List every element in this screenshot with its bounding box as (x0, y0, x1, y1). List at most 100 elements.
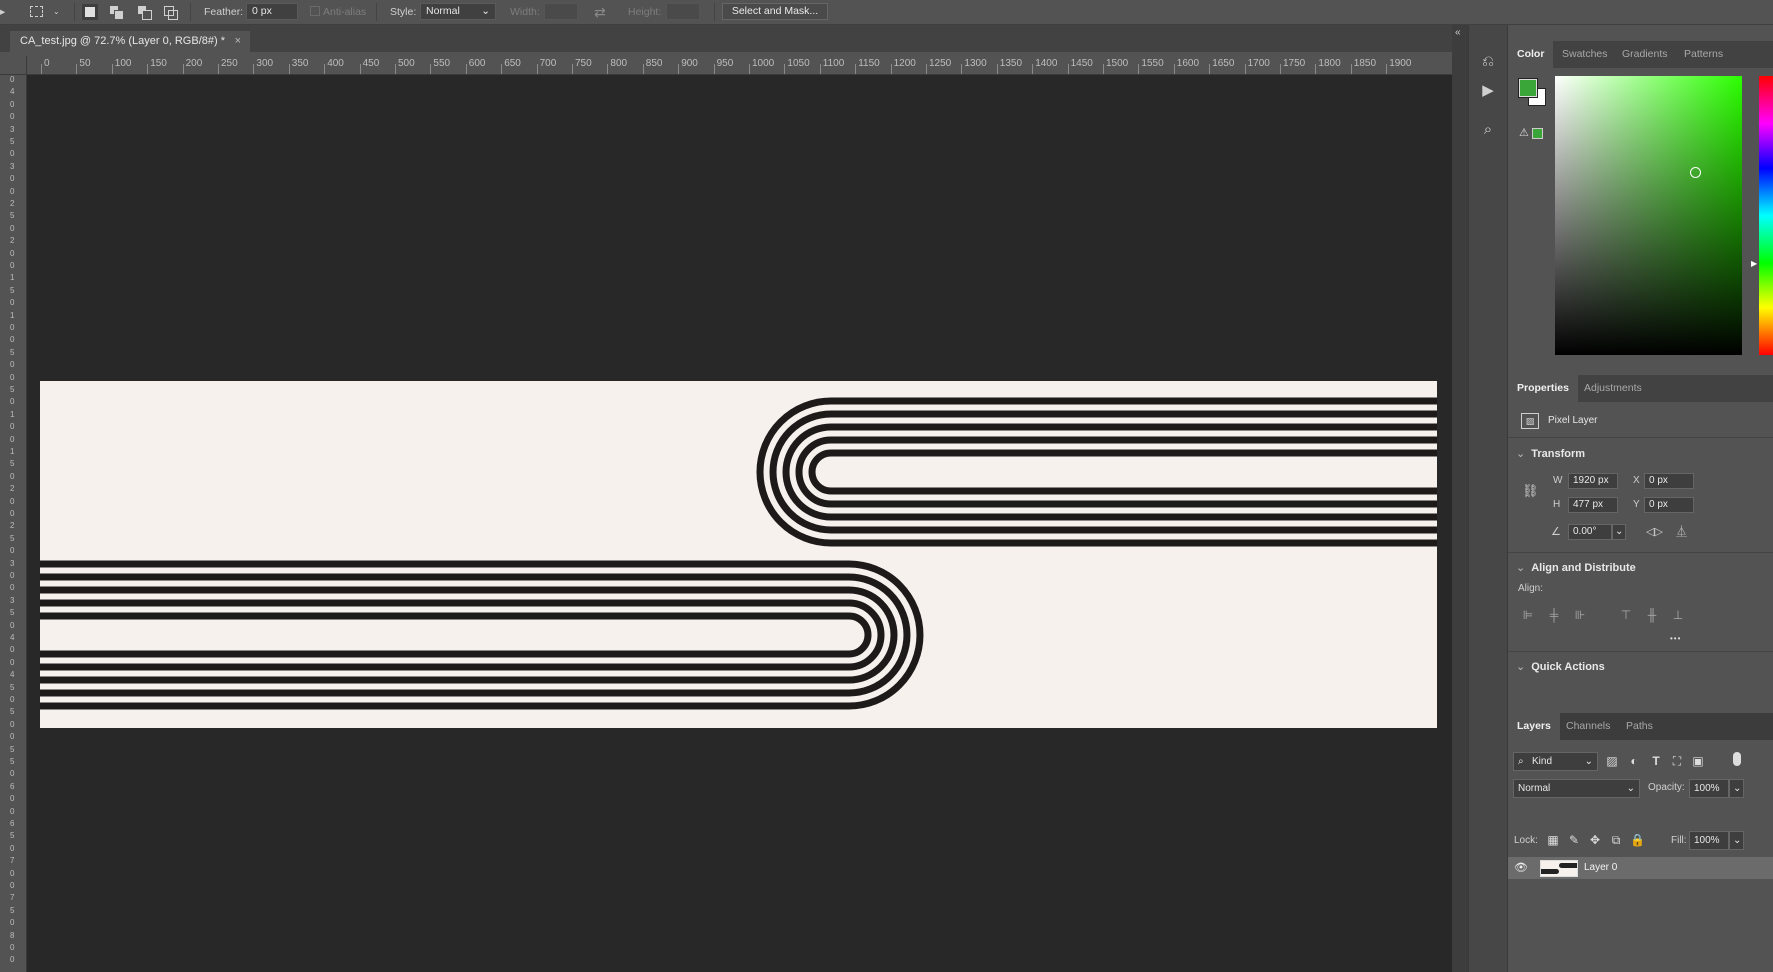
ruler-label: 0 (10, 843, 15, 853)
height-field[interactable]: 477 px (1568, 497, 1618, 513)
subtract-selection-button[interactable] (136, 4, 152, 20)
filter-toggle[interactable] (1733, 752, 1741, 766)
opacity-field[interactable]: 100% (1689, 779, 1729, 798)
blend-mode-select[interactable]: Normal ⌄ (1513, 779, 1640, 798)
gamut-warning-icon[interactable]: ⚠ (1519, 126, 1529, 139)
marquee-tool-icon[interactable] (30, 6, 43, 17)
height-input[interactable] (666, 3, 700, 20)
y-field[interactable]: 0 px (1644, 497, 1694, 513)
ruler-tick (1032, 64, 1034, 74)
tab-gradients[interactable]: Gradients (1622, 41, 1668, 68)
select-and-mask-button[interactable]: Select and Mask... (722, 3, 828, 20)
x-field[interactable]: 0 px (1644, 473, 1694, 489)
layers-panel-tabs: Layers Channels Paths (1508, 713, 1773, 740)
align-vertical-center-icon[interactable]: ╫ (1645, 608, 1659, 622)
ruler-label: 0 (10, 397, 15, 407)
link-dimensions-icon[interactable]: ⛓ (1522, 483, 1539, 499)
angle-field[interactable]: 0.00° (1568, 524, 1612, 540)
ruler-label: 0 (10, 434, 15, 444)
filter-pixel-icon[interactable]: ▨ (1605, 754, 1619, 768)
align-left-icon[interactable]: ⊫ (1521, 608, 1535, 622)
align-section-header[interactable]: ⌄ Align and Distribute (1516, 561, 1636, 574)
tab-channels[interactable]: Channels (1566, 713, 1610, 740)
ruler-label: 150 (150, 58, 167, 69)
opacity-dropdown[interactable]: ⌄ (1729, 779, 1744, 798)
filter-adjustment-icon[interactable]: ◐ (1627, 754, 1641, 768)
swap-icon[interactable]: ⇄ (594, 0, 606, 24)
fill-dropdown[interactable]: ⌄ (1729, 831, 1744, 850)
color-picker-handle[interactable] (1690, 167, 1701, 178)
feather-input[interactable]: 0 px (246, 3, 298, 20)
ruler-label: 0 (10, 645, 15, 655)
chevron-down-icon: ⌄ (481, 5, 490, 17)
ruler-label: 5 (10, 533, 15, 543)
ruler-label: 0 (10, 719, 15, 729)
actions-play-icon[interactable]: ▶ (1479, 82, 1497, 100)
document-tab[interactable]: CA_test.jpg @ 72.7% (Layer 0, RGB/8#) * … (10, 31, 250, 52)
ruler-label: 0 (10, 112, 15, 122)
document-canvas[interactable] (40, 381, 1437, 728)
ruler-horizontal[interactable]: 0 50 100 150 200 250 300 350 400 450 500 550 600 650 7… (26, 56, 1452, 75)
tab-properties[interactable]: Properties (1508, 375, 1578, 402)
width-input[interactable] (544, 3, 578, 20)
layer-row[interactable]: 👁 Layer 0 (1508, 857, 1773, 879)
tab-layers[interactable]: Layers (1508, 713, 1560, 740)
intersect-selection-button[interactable] (162, 4, 178, 20)
color-field[interactable] (1555, 76, 1742, 355)
tab-color[interactable]: Color (1508, 41, 1554, 68)
filter-smart-object-icon[interactable]: ▣ (1691, 754, 1705, 768)
style-label: Style: (390, 6, 417, 18)
hue-slider[interactable] (1759, 76, 1773, 355)
quick-actions-section-header[interactable]: ⌄ Quick Actions (1516, 660, 1605, 673)
layer-filter-select[interactable]: ⌕ Kind ⌄ (1513, 752, 1598, 771)
learn-search-icon[interactable]: ⌕ (1479, 121, 1497, 139)
tool-arrow-icon[interactable]: ▸ (0, 0, 8, 24)
filter-type-icon[interactable]: T (1649, 754, 1663, 768)
ruler-tick (1280, 64, 1281, 74)
tab-adjustments[interactable]: Adjustments (1584, 375, 1642, 402)
style-select[interactable]: Normal ⌄ (420, 3, 496, 20)
lock-artboard-icon[interactable]: ⧉ (1609, 833, 1623, 847)
angle-dropdown[interactable]: ⌄ (1612, 524, 1626, 540)
history-icon[interactable]: ⎌ (1479, 53, 1497, 71)
filter-shape-icon[interactable]: ⛶ (1670, 754, 1684, 768)
new-selection-button[interactable] (82, 4, 98, 20)
new-selection-icon (85, 7, 95, 17)
visibility-eye-icon[interactable]: 👁 (1514, 861, 1528, 874)
ruler-label: 3 (10, 124, 15, 134)
antialias-checkbox[interactable]: Anti-alias (310, 0, 366, 24)
lock-position-icon[interactable]: ✥ (1588, 833, 1602, 847)
ruler-origin (0, 56, 27, 75)
transform-section-header[interactable]: ⌄ Transform (1516, 447, 1585, 460)
foreground-color-swatch[interactable] (1518, 78, 1538, 98)
ruler-label: 0 (10, 335, 15, 345)
fill-field[interactable]: 100% (1689, 831, 1729, 850)
ruler-label: 5 (10, 385, 15, 394)
ruler-tick (996, 64, 998, 74)
align-top-icon[interactable]: ⊤ (1619, 608, 1633, 622)
tab-swatches[interactable]: Swatches (1562, 41, 1608, 68)
align-horizontal-center-icon[interactable]: ╪ (1547, 608, 1561, 622)
close-icon[interactable]: × (235, 31, 241, 52)
tab-patterns[interactable]: Patterns (1684, 41, 1723, 68)
flip-horizontal-icon[interactable]: ◁▷ (1646, 525, 1663, 538)
align-bottom-icon[interactable]: ⊥ (1671, 608, 1685, 622)
lock-pixels-icon[interactable]: ✎ (1567, 833, 1581, 847)
lock-all-icon[interactable]: 🔒 (1630, 833, 1645, 847)
width-field[interactable]: 1920 px (1568, 473, 1618, 489)
tab-paths[interactable]: Paths (1626, 713, 1653, 740)
gamut-color-swatch[interactable] (1532, 128, 1543, 139)
lock-transparent-icon[interactable]: ▦ (1546, 833, 1560, 847)
chevron-down-icon[interactable]: ⌄ (53, 0, 60, 24)
more-options-icon[interactable]: ••• (1670, 634, 1681, 643)
ruler-vertical[interactable]: 0 4 0 0 3 5 0 3 0 0 2 5 0 2 0 0 1 5 0 1 0 0 5 0 0 5 0 1 0 0 1 5 0 2 0 0 2 5 0 3… (0, 74, 27, 972)
flip-vertical-icon[interactable]: ⏅ (1676, 523, 1687, 539)
ruler-tick (855, 64, 857, 74)
align-right-icon[interactable]: ⊪ (1573, 608, 1587, 622)
ruler-tick (749, 64, 750, 74)
hue-slider-handle[interactable]: ▶ (1751, 259, 1757, 268)
color-panel-tabs: Color Swatches Gradients Patterns (1508, 41, 1773, 68)
add-selection-button[interactable] (108, 4, 124, 20)
collapse-panels-icon[interactable]: « (1455, 27, 1461, 38)
ruler-label: 0 (10, 583, 15, 593)
